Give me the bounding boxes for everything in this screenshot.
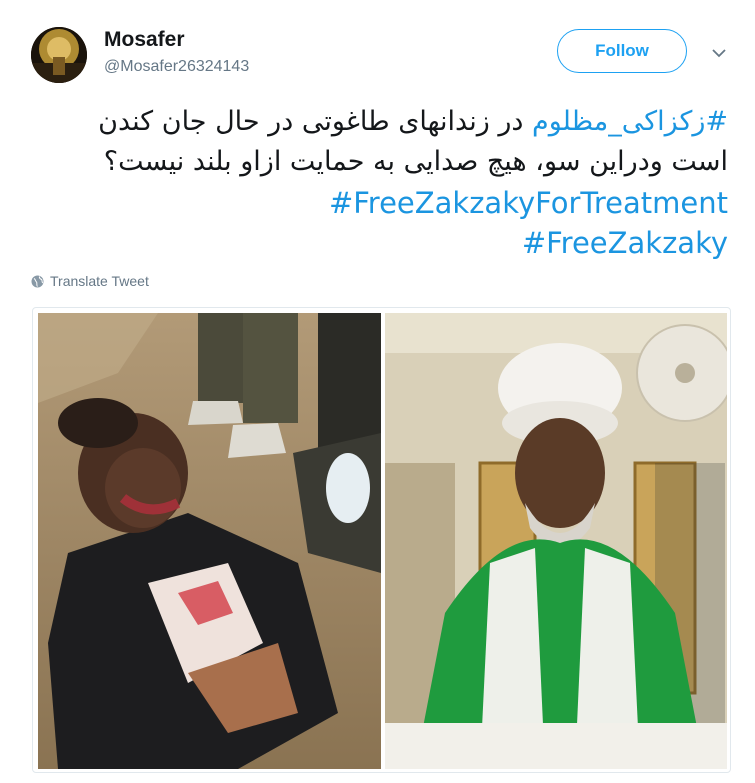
avatar[interactable] — [31, 27, 87, 83]
translate-label: Translate Tweet — [50, 273, 149, 289]
tweet-text: #زکزاکی_مظلوم در زندانهای طاغوتی در حال … — [28, 102, 728, 182]
tweet-header: Mosafer @Mosafer26324143 Follow — [0, 0, 755, 100]
follow-button[interactable]: Follow — [557, 29, 687, 73]
media-photo-right[interactable] — [385, 313, 727, 769]
hashtag-link[interactable]: #زکزاکی_مظلوم — [532, 106, 728, 137]
hashtag-link[interactable]: #FreeZakzaky — [329, 223, 728, 263]
avatar-photo-icon — [31, 27, 87, 83]
globe-icon — [31, 275, 44, 287]
tweet-line-2: است ودراین سو، هیچ صدایی به حمایت ازاو ب… — [103, 146, 728, 177]
translate-tweet-link[interactable]: Translate Tweet — [31, 273, 149, 289]
tweet-line-1-text: در زندانهای طاغوتی در حال جان کندن — [98, 106, 532, 137]
hashtag-list: #FreeZakzakyForTreatment #FreeZakzaky — [329, 183, 728, 263]
tweet-media[interactable] — [32, 307, 731, 773]
tweet-line-1: #زکزاکی_مظلوم در زندانهای طاغوتی در حال … — [28, 102, 728, 142]
chevron-down-icon[interactable] — [708, 42, 730, 64]
display-name[interactable]: Mosafer — [104, 28, 185, 52]
media-photo-left[interactable] — [38, 313, 381, 769]
hashtag-link[interactable]: #FreeZakzakyForTreatment — [329, 183, 728, 223]
user-handle[interactable]: @Mosafer26324143 — [104, 58, 249, 76]
